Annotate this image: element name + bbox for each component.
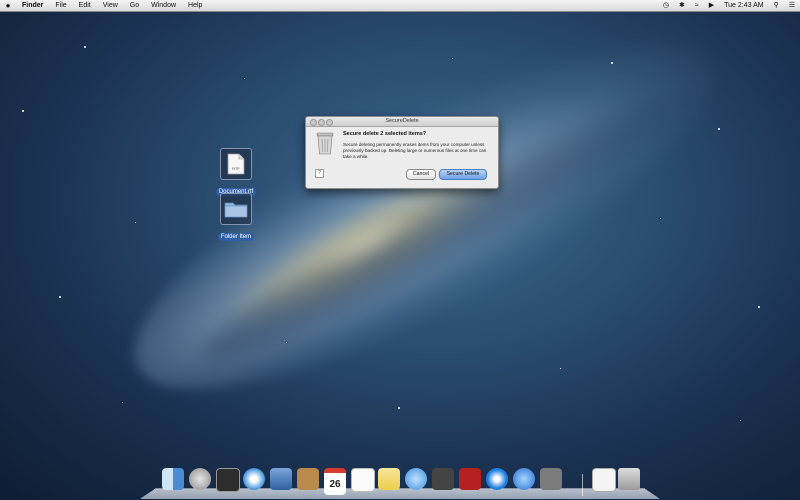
system-preferences-icon[interactable]	[540, 468, 562, 490]
menu-extras: ◷ ✱ ≈ ▶ Tue 2:43 AM ⚲ ☰	[658, 0, 800, 11]
dialog-heading: Secure delete 2 selected items?	[343, 131, 427, 137]
apple-menu-icon[interactable]: ●	[0, 1, 16, 10]
facetime-icon[interactable]	[432, 468, 454, 490]
dialog-titlebar[interactable]: SecureDelete	[306, 117, 498, 127]
secure-delete-button[interactable]: Secure Delete	[439, 169, 487, 180]
menu-file[interactable]: File	[49, 0, 72, 11]
contacts-icon[interactable]	[297, 468, 319, 490]
wallpaper-star	[660, 218, 661, 219]
downloads-icon[interactable]	[592, 468, 616, 492]
wallpaper-star	[135, 222, 136, 223]
calendar-icon[interactable]: 26	[324, 468, 346, 495]
document-type-badge: RTF	[232, 166, 240, 171]
spotlight-icon[interactable]: ⚲	[769, 0, 784, 11]
desktop-icon-label: Folder Item	[217, 233, 255, 241]
menu-app-name[interactable]: Finder	[16, 0, 49, 11]
menu-view[interactable]: View	[97, 0, 124, 11]
wallpaper-star	[122, 402, 123, 403]
menu-window[interactable]: Window	[145, 0, 182, 11]
calendar-day: 26	[329, 478, 341, 490]
wallpaper-star	[611, 62, 613, 64]
messages-icon[interactable]	[405, 468, 427, 490]
wallpaper-star	[560, 368, 561, 369]
wallpaper-star	[718, 128, 720, 130]
document-file-icon: RTF	[220, 148, 252, 180]
wifi-icon[interactable]: ≈	[690, 0, 704, 11]
trash-icon[interactable]	[618, 468, 640, 490]
dock-separator	[582, 474, 583, 496]
launchpad-icon[interactable]	[189, 468, 211, 490]
notes-icon[interactable]	[378, 468, 400, 490]
menu-help[interactable]: Help	[182, 0, 208, 11]
safari-icon[interactable]	[243, 468, 265, 490]
wallpaper-star	[286, 342, 287, 343]
trash-icon	[315, 131, 335, 160]
app-store-icon[interactable]	[513, 468, 535, 490]
mission-control-icon[interactable]	[216, 468, 240, 492]
menu-edit[interactable]: Edit	[73, 0, 97, 11]
volume-icon[interactable]: ▶	[704, 0, 719, 11]
bluetooth-icon[interactable]: ✱	[674, 0, 690, 11]
notification-center-icon[interactable]: ☰	[784, 0, 800, 11]
wallpaper-star	[740, 420, 741, 421]
wallpaper-star	[398, 407, 400, 409]
wallpaper-star	[758, 306, 760, 308]
wallpaper-star	[84, 46, 86, 48]
wallpaper-star	[59, 296, 61, 298]
secure-delete-dialog: SecureDelete Secure delete 2 selected it…	[305, 116, 499, 189]
menu-clock[interactable]: Tue 2:43 AM	[719, 0, 768, 11]
itunes-icon[interactable]	[486, 468, 508, 490]
desktop-icon-folder[interactable]: Folder Item	[214, 193, 258, 243]
menu-go[interactable]: Go	[124, 0, 145, 11]
reminders-icon[interactable]	[351, 468, 375, 492]
time-machine-icon[interactable]: ◷	[658, 0, 674, 11]
wallpaper-star	[22, 110, 24, 112]
menu-bar: ● Finder File Edit View Go Window Help ◷…	[0, 0, 800, 12]
folder-icon	[220, 193, 252, 225]
mail-icon[interactable]	[270, 468, 292, 490]
desktop-icon-document[interactable]: RTF Document.rtf	[214, 148, 258, 198]
finder-icon[interactable]	[162, 468, 184, 490]
photo-booth-icon[interactable]	[459, 468, 481, 490]
wallpaper-star	[452, 58, 453, 59]
dialog-message: Secure deleting permanently erases items…	[343, 142, 487, 159]
help-button[interactable]: ?	[315, 169, 324, 178]
cancel-button[interactable]: Cancel	[406, 169, 436, 180]
dialog-title: SecureDelete	[385, 118, 419, 124]
wallpaper-star	[244, 78, 245, 79]
